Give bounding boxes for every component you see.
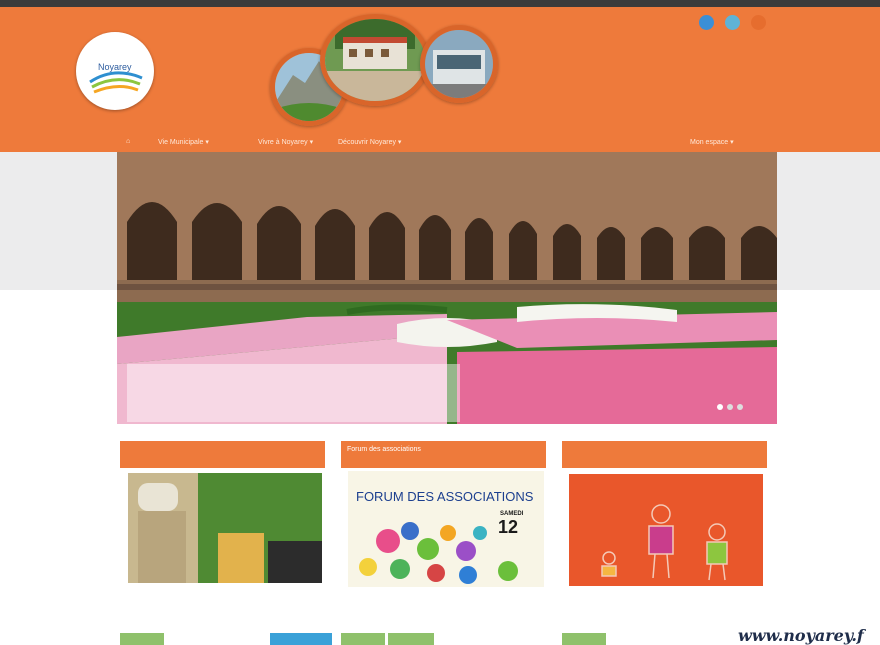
card-1-read-more-button[interactable]	[270, 633, 332, 645]
news-card-image	[128, 473, 322, 583]
photo-village	[320, 14, 430, 106]
logo-text: Noyarey	[98, 62, 132, 72]
nav-item-vie-municipale[interactable]: Vie Municipale ▾	[158, 138, 209, 146]
rss-icon[interactable]	[751, 15, 766, 30]
top-bar	[0, 0, 880, 7]
card-2-tag-button[interactable]	[341, 633, 385, 645]
logo-graphic: Noyarey	[89, 62, 143, 94]
twitter-icon[interactable]	[725, 15, 740, 30]
slider-dot[interactable]	[727, 404, 733, 410]
card-2-tag-button-2[interactable]	[388, 633, 434, 645]
card-3-tag-button[interactable]	[562, 633, 606, 645]
nav-item-decouvrir[interactable]: Découvrir Noyarey ▾	[338, 138, 401, 146]
photo-tram	[420, 25, 498, 103]
news-card-image: FORUM DES ASSOCIATIONS SAMEDI 12	[348, 471, 544, 587]
poster-title: FORUM DES ASSOCIATIONS	[356, 489, 534, 504]
slider-dot[interactable]	[737, 404, 743, 410]
nav-item-vivre[interactable]: Vivre à Noyarey ▾	[258, 138, 313, 146]
poster-day-number: 12	[498, 517, 518, 537]
slider-dot[interactable]	[717, 404, 723, 410]
news-card-image	[569, 474, 763, 586]
card-1-tag-button[interactable]	[120, 633, 164, 645]
facebook-icon[interactable]	[699, 15, 714, 30]
news-card-1	[120, 441, 325, 587]
news-card-title[interactable]: Forum des associations	[341, 441, 546, 468]
news-card-title[interactable]	[120, 441, 325, 468]
site-header: Noyarey ⌂ Vie Municipale ▾ Vivre à Noyar…	[0, 7, 880, 152]
watermark-url: www.noyarey.f	[738, 626, 864, 645]
news-card-title[interactable]	[562, 441, 767, 468]
news-card-3	[562, 441, 767, 586]
news-card-2: Forum des associations FORUM DES ASSOCIA…	[341, 441, 546, 587]
nav-account[interactable]: Mon espace ▾	[690, 138, 734, 146]
slider-dots[interactable]	[717, 404, 757, 412]
home-icon[interactable]: ⌂	[126, 138, 130, 145]
hero-slider[interactable]	[117, 152, 777, 424]
hero-caption	[127, 364, 460, 422]
site-logo[interactable]: Noyarey	[76, 32, 154, 110]
